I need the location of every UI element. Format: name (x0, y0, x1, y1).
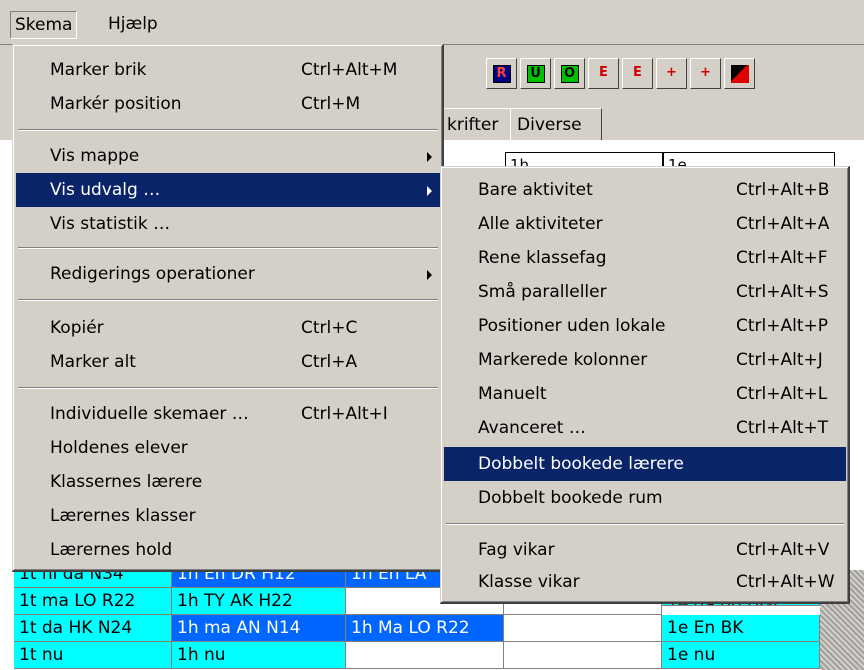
eraser-icon (730, 64, 749, 83)
submenu-arrow-icon (427, 186, 432, 196)
toolbar-button-plus2[interactable]: + (690, 58, 721, 89)
menu-item-marker-position[interactable]: Markér position Ctrl+M (16, 87, 440, 121)
menu-item-marker-alt[interactable]: Marker alt Ctrl+A (16, 345, 440, 379)
tab-skrifter[interactable]: krifter (440, 108, 514, 141)
menu-item-vis-udvalg[interactable]: Vis udvalg … (16, 173, 440, 207)
menu-separator (18, 387, 438, 389)
o-icon: O (560, 64, 579, 83)
plus-icon: + (666, 64, 677, 80)
menu-bar: Skema Hjælp (0, 0, 864, 45)
grid-cell[interactable]: 1h Ma LO R22 (346, 615, 504, 642)
toolbar-button-r[interactable]: R (486, 58, 517, 89)
grid-cell[interactable] (346, 642, 504, 669)
e-icon: E (599, 64, 608, 80)
grid-cell[interactable] (504, 642, 662, 669)
menu-item-klasse-vikar[interactable]: Klasse vikar Ctrl+Alt+W (444, 565, 846, 599)
grid-cell[interactable] (504, 615, 662, 642)
menu-separator (18, 299, 438, 301)
toolbar-button-u[interactable]: U (520, 58, 551, 89)
menu-item-holdenes-elever[interactable]: Holdenes elever (16, 431, 440, 465)
toolbar-button-plus1[interactable]: + (656, 58, 687, 89)
vis-udvalg-submenu: Bare aktivitet Ctrl+Alt+B Alle aktivitet… (440, 166, 850, 604)
grid-cell[interactable]: 1h En DR H12 (172, 570, 346, 588)
grid-cell[interactable]: 1t ma LO R22 (14, 588, 172, 615)
menu-item-alle-aktiviteter[interactable]: Alle aktiviteter Ctrl+Alt+A (444, 207, 846, 241)
submenu-arrow-icon (427, 152, 432, 162)
grid-cell[interactable]: 1e nu (662, 642, 820, 669)
grid-cell[interactable]: 1h TY AK H22 (172, 588, 346, 615)
menu-item-laerernes-klasser[interactable]: Lærernes klasser (16, 499, 440, 533)
menu-hjaelp[interactable]: Hjælp (104, 11, 162, 37)
menu-item-individuelle-skemaer[interactable]: Individuelle skemaer … Ctrl+Alt+I (16, 397, 440, 431)
r-icon: R (492, 64, 511, 83)
toolbar-button-e1[interactable]: E (588, 58, 619, 89)
tab-diverse[interactable]: Diverse (510, 108, 602, 141)
skema-menu: Marker brik Ctrl+Alt+M Markér position C… (12, 44, 444, 572)
grid-cell[interactable]: 1h nu (172, 642, 346, 669)
grid-cell[interactable]: 1t da HK N24 (14, 615, 172, 642)
menu-item-laerernes-hold[interactable]: Lærernes hold (16, 533, 440, 567)
toolbar-button-e2[interactable]: E (622, 58, 653, 89)
u-icon: U (526, 64, 545, 83)
menu-item-avanceret[interactable]: Avanceret … Ctrl+Alt+T (444, 411, 846, 445)
menu-skema[interactable]: Skema (10, 11, 78, 39)
menu-item-dobbelt-bookede-laerere[interactable]: Dobbelt bookede lærere (444, 447, 846, 481)
grid-cell[interactable]: 1h En LA (346, 570, 442, 588)
menu-item-klassernes-laerere[interactable]: Klassernes lærere (16, 465, 440, 499)
menu-item-dobbelt-bookede-rum[interactable]: Dobbelt bookede rum (444, 481, 846, 515)
grid-cell[interactable]: 1t nu (14, 642, 172, 669)
menu-item-vis-mappe[interactable]: Vis mappe (16, 139, 440, 173)
menu-separator (446, 523, 844, 525)
toolbar-button-eraser[interactable] (724, 58, 755, 89)
menu-separator (18, 129, 438, 131)
submenu-arrow-icon (427, 270, 432, 280)
grid-cell[interactable]: 1h ma AN N14 (172, 615, 346, 642)
grid-cell[interactable]: 1t hi da N34 (14, 570, 172, 588)
menu-item-vis-statistik[interactable]: Vis statistik … (16, 207, 440, 241)
minus-plus-icon: + (700, 64, 711, 80)
menu-item-positioner-uden-lokale[interactable]: Positioner uden lokale Ctrl+Alt+P (444, 309, 846, 343)
e-minus-icon: E (633, 64, 642, 80)
menu-item-redigerings-operationer[interactable]: Redigerings operationer (16, 257, 440, 291)
menu-item-fag-vikar[interactable]: Fag vikar Ctrl+Alt+V (444, 533, 846, 567)
toolbar-button-o[interactable]: O (554, 58, 585, 89)
menu-item-markerede-kolonner[interactable]: Markerede kolonner Ctrl+Alt+J (444, 343, 846, 377)
menu-item-bare-aktivitet[interactable]: Bare aktivitet Ctrl+Alt+B (444, 173, 846, 207)
menu-item-kopier[interactable]: Kopiér Ctrl+C (16, 311, 440, 345)
menu-item-manuelt[interactable]: Manuelt Ctrl+Alt+L (444, 377, 846, 411)
menu-item-rene-klassefag[interactable]: Rene klassefag Ctrl+Alt+F (444, 241, 846, 275)
menu-item-marker-brik[interactable]: Marker brik Ctrl+Alt+M (16, 53, 440, 87)
menu-item-smaa-paralleller[interactable]: Små paralleller Ctrl+Alt+S (444, 275, 846, 309)
menu-separator (18, 247, 438, 249)
grid-cell[interactable]: 1e En BK (662, 615, 820, 642)
